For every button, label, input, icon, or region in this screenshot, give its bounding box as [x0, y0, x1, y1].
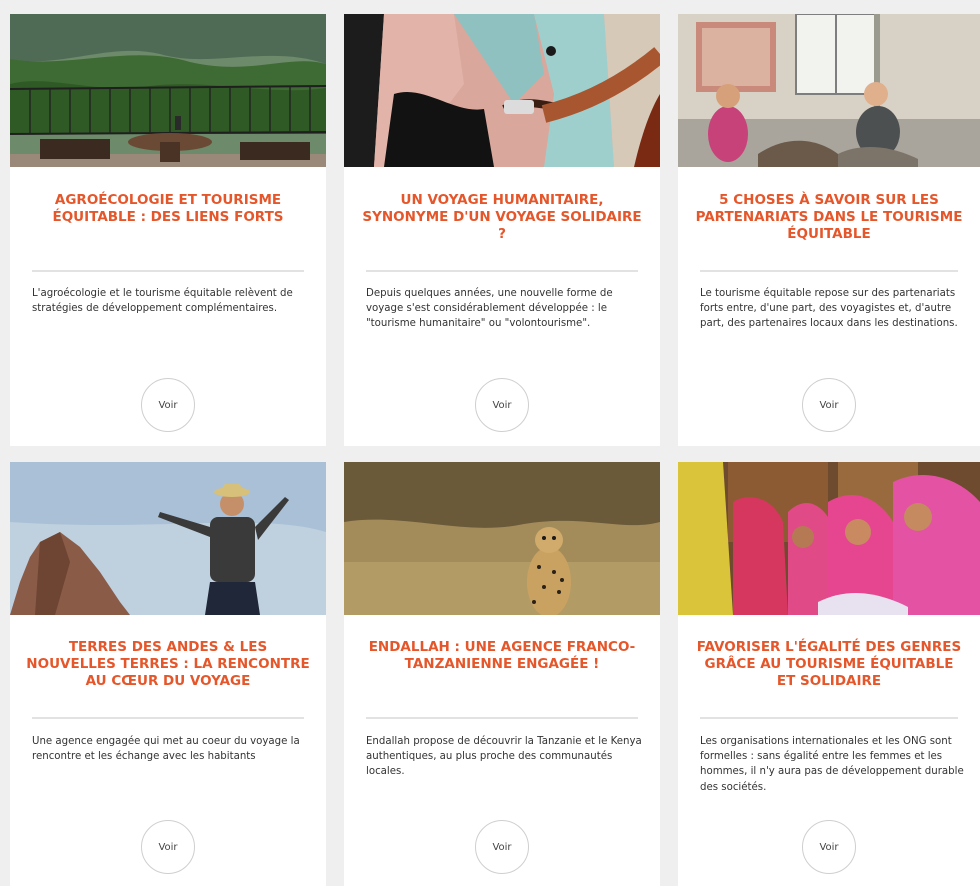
voir-button[interactable]: Voir — [802, 378, 856, 432]
card-title[interactable]: Un voyage humanitaire, synonyme d'un voy… — [360, 192, 644, 243]
voir-button[interactable]: Voir — [475, 378, 529, 432]
card-title[interactable]: Favoriser l'égalité des genres grâce au … — [694, 639, 964, 690]
article-grid: Agroécologie et tourisme équitable : des… — [0, 0, 980, 886]
card-image-women-weaving[interactable] — [678, 14, 980, 167]
divider — [700, 270, 958, 272]
card-description: Une agence engagée qui met au coeur du v… — [32, 736, 300, 763]
divider — [700, 717, 958, 719]
divider — [366, 717, 638, 719]
card-title[interactable]: Agroécologie et tourisme équitable : des… — [26, 192, 310, 226]
card-description: Endallah propose de découvrir la Tanzani… — [366, 736, 642, 778]
card-image-man-on-rock[interactable] — [10, 462, 326, 615]
divider — [366, 270, 638, 272]
card-description: Depuis quelques années, une nouvelle for… — [366, 288, 613, 330]
card-title[interactable]: 5 choses à savoir sur les partenariats d… — [694, 192, 964, 243]
article-card[interactable]: Terres des Andes & Les Nouvelles Terres … — [10, 462, 326, 886]
card-title[interactable]: Terres des Andes & Les Nouvelles Terres … — [26, 639, 310, 690]
voir-button[interactable]: Voir — [802, 820, 856, 874]
card-description: Les organisations internationales et les… — [700, 736, 964, 793]
article-card[interactable]: 5 choses à savoir sur les partenariats d… — [678, 14, 980, 446]
voir-button[interactable]: Voir — [141, 820, 195, 874]
divider — [32, 717, 304, 719]
voir-button[interactable]: Voir — [141, 378, 195, 432]
card-image-terrace-valley[interactable] — [10, 14, 326, 167]
card-image-painting-wall[interactable] — [344, 14, 660, 167]
article-card[interactable]: Un voyage humanitaire, synonyme d'un voy… — [344, 14, 660, 446]
article-card[interactable]: Endallah : une agence franco-tanzanienne… — [344, 462, 660, 886]
card-image-women-saris[interactable] — [678, 462, 980, 615]
card-title[interactable]: Endallah : une agence franco-tanzanienne… — [360, 639, 644, 673]
article-card[interactable]: Favoriser l'égalité des genres grâce au … — [678, 462, 980, 886]
article-card[interactable]: Agroécologie et tourisme équitable : des… — [10, 14, 326, 446]
voir-button[interactable]: Voir — [475, 820, 529, 874]
card-description: L'agroécologie et le tourisme équitable … — [32, 288, 293, 315]
divider — [32, 270, 304, 272]
card-description: Le tourisme équitable repose sur des par… — [700, 288, 958, 330]
card-image-cheetah[interactable] — [344, 462, 660, 615]
